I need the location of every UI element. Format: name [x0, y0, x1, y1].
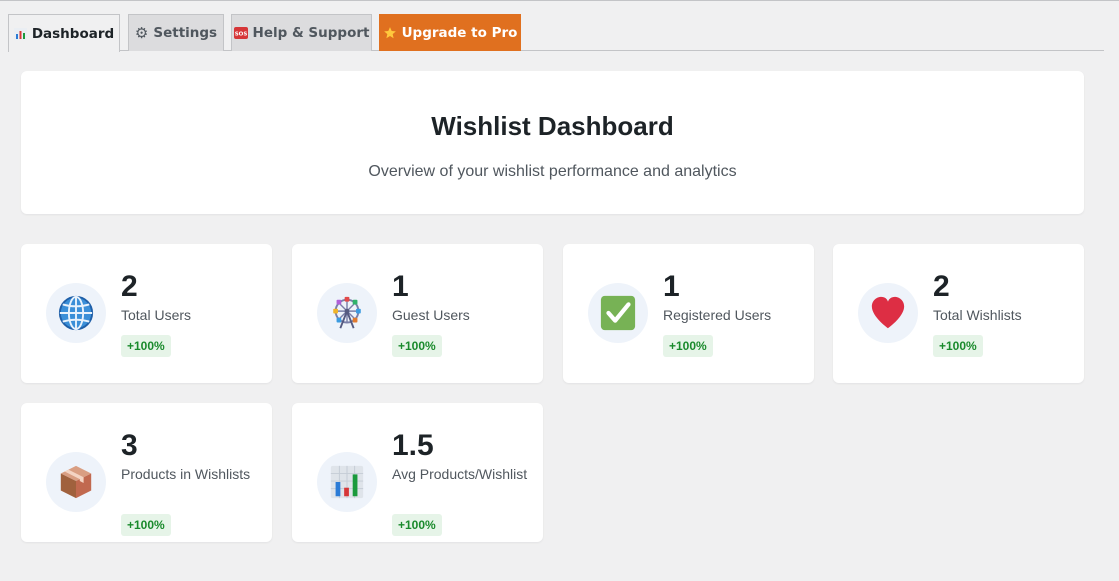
sos-icon: SOS: [233, 27, 248, 39]
gear-icon: ⚙: [134, 24, 149, 42]
tab-upgrade-pro[interactable]: Upgrade to Pro: [379, 14, 521, 51]
stat-label: Guest Users: [392, 307, 470, 323]
tab-label: Help & Support: [252, 25, 370, 41]
stat-value: 3: [121, 429, 138, 462]
stat-change-badge: +100%: [933, 335, 983, 357]
check-mark-icon: [588, 283, 648, 343]
stat-change-badge: +100%: [121, 514, 171, 536]
stat-change-badge: +100%: [392, 335, 442, 357]
tab-help-support[interactable]: SOS Help & Support: [231, 14, 372, 51]
stat-card-total-wishlists: 2 Total Wishlists +100%: [833, 244, 1084, 383]
stat-label: Total Wishlists: [933, 307, 1022, 323]
tab-label: Dashboard: [31, 25, 115, 42]
page-title: Wishlist Dashboard: [431, 111, 674, 141]
stat-value: 2: [121, 270, 138, 303]
tab-dashboard[interactable]: Dashboard: [8, 14, 120, 52]
stat-label: Products in Wishlists: [121, 466, 251, 482]
top-border: [0, 0, 1119, 1]
svg-text:SOS: SOS: [234, 32, 247, 38]
tab-label: Settings: [153, 25, 218, 41]
bar-chart-icon: [13, 27, 27, 40]
stat-card-guest-users: 1 Guest Users +100%: [292, 244, 543, 383]
stat-value: 1: [392, 270, 409, 303]
stat-label: Registered Users: [663, 307, 772, 323]
stat-value: 2: [933, 270, 950, 303]
stat-change-badge: +100%: [121, 335, 171, 357]
stat-label: Total Users: [121, 307, 192, 323]
page-subtitle: Overview of your wishlist performance an…: [368, 163, 737, 180]
stat-card-avg-products: 1.5 Avg Products/Wishlist +100%: [292, 403, 543, 542]
stat-change-badge: +100%: [392, 514, 442, 536]
tab-label: Upgrade to Pro: [401, 25, 518, 41]
tab-settings[interactable]: ⚙ Settings: [128, 14, 224, 51]
globe-icon: [46, 283, 106, 343]
tab-bar: Dashboard ⚙ Settings SOS Help & Support …: [8, 14, 1104, 52]
stat-card-registered-users: 1 Registered Users +100%: [563, 244, 814, 383]
stat-value: 1: [663, 270, 680, 303]
heart-icon: [858, 283, 918, 343]
stat-change-badge: +100%: [663, 335, 713, 357]
stat-value: 1.5: [392, 429, 434, 462]
dashboard-header-card: Wishlist Dashboard Overview of your wish…: [21, 71, 1084, 214]
package-icon: [46, 452, 106, 512]
stat-label: Avg Products/Wishlist: [392, 466, 528, 482]
bar-chart-icon: [317, 452, 377, 512]
stat-card-total-users: 2 Total Users +100%: [21, 244, 272, 383]
stat-card-products-in-wishlists: 3 Products in Wishlists +100%: [21, 403, 272, 542]
ferris-wheel-icon: [317, 283, 377, 343]
star-icon: [383, 26, 397, 40]
